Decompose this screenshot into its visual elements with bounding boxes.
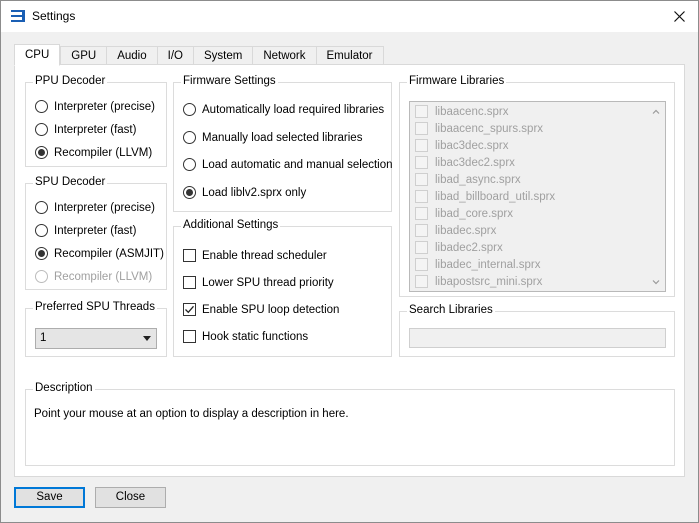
fw-auto-load-radio[interactable]: Automatically load required libraries (183, 103, 384, 116)
search-libraries-title: Search Libraries (407, 304, 495, 316)
tab-io[interactable]: I/O (156, 46, 193, 66)
radio-indicator (35, 201, 48, 214)
tab-bar: CPU GPU Audio I/O System Network Emulato… (14, 44, 384, 66)
scroll-down-icon[interactable] (652, 278, 660, 286)
list-item: libad_async.sprx (415, 173, 521, 186)
spu-decoder-group: SPU Decoder Interpreter (precise) Interp… (25, 176, 167, 290)
list-item: libad_core.sprx (415, 207, 513, 220)
fw-liblv2-only-radio[interactable]: Load liblv2.sprx only (183, 186, 306, 199)
tab-audio[interactable]: Audio (106, 46, 157, 66)
tab-gpu[interactable]: GPU (60, 46, 107, 66)
spu-interpreter-precise-radio[interactable]: Interpreter (precise) (35, 201, 155, 214)
spu-loop-detection-checkbox[interactable]: Enable SPU loop detection (183, 303, 339, 316)
firmware-libraries-title: Firmware Libraries (407, 75, 507, 87)
list-item: libadec.sprx (415, 224, 496, 237)
spu-recompiler-asmjit-radio[interactable]: Recompiler (ASMJIT) (35, 247, 164, 260)
window-title: Settings (32, 9, 76, 23)
app-icon (11, 10, 25, 22)
additional-settings-group: Additional Settings Enable thread schedu… (173, 219, 392, 357)
firmware-settings-group: Firmware Settings Automatically load req… (173, 75, 393, 212)
firmware-settings-title: Firmware Settings (181, 75, 278, 87)
checkmark-icon (185, 305, 194, 314)
fw-auto-and-manual-radio[interactable]: Load automatic and manual selection (183, 158, 393, 171)
radio-indicator (35, 146, 48, 159)
list-item: libac3dec.sprx (415, 139, 509, 152)
radio-indicator (35, 247, 48, 260)
preferred-spu-threads-group: Preferred SPU Threads 1 (25, 301, 167, 357)
spu-interpreter-fast-radio[interactable]: Interpreter (fast) (35, 224, 136, 237)
firmware-libraries-group: Firmware Libraries libaacenc.sprx libaac… (399, 75, 675, 297)
tab-network[interactable]: Network (252, 46, 316, 66)
radio-indicator (35, 224, 48, 237)
close-window-button[interactable] (668, 5, 690, 27)
scroll-up-icon[interactable] (652, 108, 660, 116)
settings-window: Settings CPU GPU Audio I/O System Networ… (0, 0, 699, 523)
close-icon (673, 10, 685, 22)
description-text: Point your mouse at an option to display… (34, 408, 349, 420)
firmware-libraries-list[interactable]: libaacenc.sprx libaacenc_spurs.sprx liba… (409, 101, 666, 292)
radio-indicator (35, 270, 48, 283)
ppu-interpreter-precise-radio[interactable]: Interpreter (precise) (35, 100, 155, 113)
radio-indicator (183, 186, 196, 199)
list-item: libaacenc_spurs.sprx (415, 122, 543, 135)
description-title: Description (33, 382, 95, 394)
list-item: libadec2.sprx (415, 241, 503, 254)
enable-thread-scheduler-checkbox[interactable]: Enable thread scheduler (183, 249, 327, 262)
title-bar: Settings (1, 1, 698, 32)
search-libraries-group: Search Libraries (399, 304, 675, 357)
spu-decoder-title: SPU Decoder (33, 176, 108, 188)
additional-settings-title: Additional Settings (181, 219, 281, 231)
description-group: Description Point your mouse at an optio… (25, 382, 675, 466)
checkbox-indicator (183, 249, 196, 262)
list-item: libadec_internal.sprx (415, 258, 540, 271)
cpu-tab-panel: PPU Decoder Interpreter (precise) Interp… (14, 64, 685, 477)
list-item: libac3dec2.sprx (415, 156, 515, 169)
tab-cpu[interactable]: CPU (14, 44, 61, 66)
radio-indicator (183, 158, 196, 171)
ppu-decoder-title: PPU Decoder (33, 75, 108, 87)
ppu-recompiler-llvm-radio[interactable]: Recompiler (LLVM) (35, 146, 152, 159)
search-libraries-input[interactable] (409, 328, 666, 348)
ppu-interpreter-fast-radio[interactable]: Interpreter (fast) (35, 123, 136, 136)
radio-indicator (35, 123, 48, 136)
tab-emulator[interactable]: Emulator (315, 46, 384, 66)
radio-indicator (183, 131, 196, 144)
checkbox-indicator (183, 303, 196, 316)
checkbox-indicator (183, 276, 196, 289)
hook-static-functions-checkbox[interactable]: Hook static functions (183, 330, 308, 343)
preferred-spu-threads-title: Preferred SPU Threads (33, 301, 157, 313)
radio-indicator (183, 103, 196, 116)
dropdown-arrow-icon (143, 336, 151, 341)
spu-recompiler-llvm-radio: Recompiler (LLVM) (35, 270, 152, 283)
spu-threads-dropdown[interactable]: 1 (35, 328, 157, 349)
tab-system[interactable]: System (192, 46, 253, 66)
checkbox-indicator (183, 330, 196, 343)
radio-indicator (35, 100, 48, 113)
fw-manual-load-radio[interactable]: Manually load selected libraries (183, 131, 362, 144)
lower-spu-priority-checkbox[interactable]: Lower SPU thread priority (183, 276, 334, 289)
list-item: libaacenc.sprx (415, 105, 509, 118)
list-item: libad_billboard_util.sprx (415, 190, 555, 203)
list-item: libapostsrc_mini.sprx (415, 275, 542, 288)
save-button[interactable]: Save (14, 487, 85, 508)
close-button[interactable]: Close (95, 487, 166, 508)
ppu-decoder-group: PPU Decoder Interpreter (precise) Interp… (25, 75, 167, 167)
